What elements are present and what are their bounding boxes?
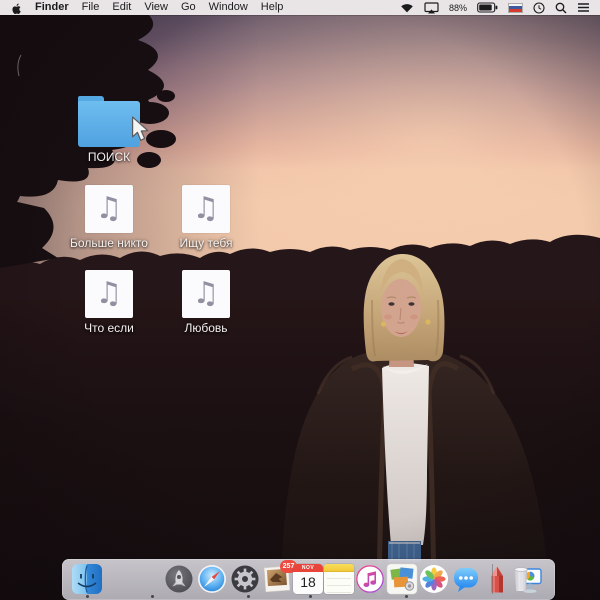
calendar-icon: NOV 18	[293, 564, 323, 594]
running-indicator-calendar	[247, 595, 250, 598]
file-label: Любовь	[184, 321, 227, 335]
desktop-folder-poisk[interactable]: ПОИСК	[47, 96, 171, 164]
clock-icon[interactable]	[533, 2, 545, 14]
dock-item-trash[interactable]	[506, 564, 536, 594]
calendar-day: 18	[293, 572, 323, 592]
file-label: Ищу тебя	[180, 236, 233, 250]
music-note-file-icon: ♫	[85, 270, 133, 318]
dock-divider	[492, 564, 493, 594]
wifi-icon[interactable]	[400, 2, 414, 13]
dock-item-calendar[interactable]: NOV 18	[293, 564, 323, 594]
battery-icon[interactable]	[477, 2, 498, 13]
itunes-music-icon	[355, 564, 385, 594]
folder-label: ПОИСК	[88, 150, 130, 164]
russian-flag-icon[interactable]	[508, 3, 523, 13]
menu-app-name[interactable]: Finder	[35, 0, 69, 15]
photos-pinwheel-icon	[419, 564, 449, 594]
desktop-file-lyubov[interactable]: ♫ Любовь	[144, 270, 268, 335]
running-indicator-messages	[405, 595, 408, 598]
file-label: Больше никто	[70, 236, 148, 250]
running-indicator-music	[309, 595, 312, 598]
menu-view[interactable]: View	[144, 0, 168, 15]
dock-item-system-preferences[interactable]	[230, 564, 260, 594]
dock-item-safari[interactable]	[197, 564, 227, 594]
file-label: Что если	[84, 321, 134, 335]
notification-list-icon[interactable]	[577, 2, 590, 13]
dock-item-photos[interactable]	[419, 564, 449, 594]
trash-icon	[506, 564, 536, 594]
finder-icon	[72, 564, 102, 594]
safari-compass-icon	[197, 564, 227, 594]
photo-stack-icon	[387, 564, 417, 594]
menu-file[interactable]: File	[82, 0, 100, 15]
music-note-file-icon: ♫	[182, 270, 230, 318]
calendar-month: NOV	[293, 564, 323, 572]
dock-item-finder[interactable]	[72, 564, 102, 594]
menu-help[interactable]: Help	[261, 0, 284, 15]
desktop-file-ischu-tebya[interactable]: ♫ Ищу тебя	[144, 185, 268, 250]
mouse-cursor	[130, 116, 152, 147]
dock: 257 NOV 18	[62, 559, 555, 600]
menu-edit[interactable]: Edit	[112, 0, 131, 15]
gear-icon	[230, 564, 260, 594]
music-note-file-icon: ♫	[182, 185, 230, 233]
running-indicator-safari	[151, 595, 154, 598]
menu-go[interactable]: Go	[181, 0, 196, 15]
messages-bubble-icon	[451, 564, 481, 594]
dock-item-launchpad[interactable]	[164, 564, 194, 594]
launchpad-rocket-icon	[164, 564, 194, 594]
apple-menu-icon[interactable]	[11, 1, 22, 14]
dock-item-mail[interactable]: 257	[262, 564, 292, 594]
airplay-display-icon[interactable]	[424, 2, 439, 14]
menu-window[interactable]: Window	[209, 0, 248, 15]
dock-item-notes[interactable]	[324, 564, 354, 594]
music-note-file-icon: ♫	[85, 185, 133, 233]
dock-item-messages[interactable]	[451, 564, 481, 594]
spotlight-search-icon[interactable]	[555, 2, 567, 14]
notes-icon	[324, 564, 354, 594]
menu-bar: Finder File Edit View Go Window Help 88%	[0, 0, 600, 15]
desktop-screen: Finder File Edit View Go Window Help 88%	[0, 0, 600, 600]
battery-percent[interactable]: 88%	[449, 3, 467, 13]
running-indicator-finder	[86, 595, 89, 598]
dock-item-music[interactable]	[355, 564, 385, 594]
dock-item-photos-stack[interactable]	[387, 564, 417, 594]
